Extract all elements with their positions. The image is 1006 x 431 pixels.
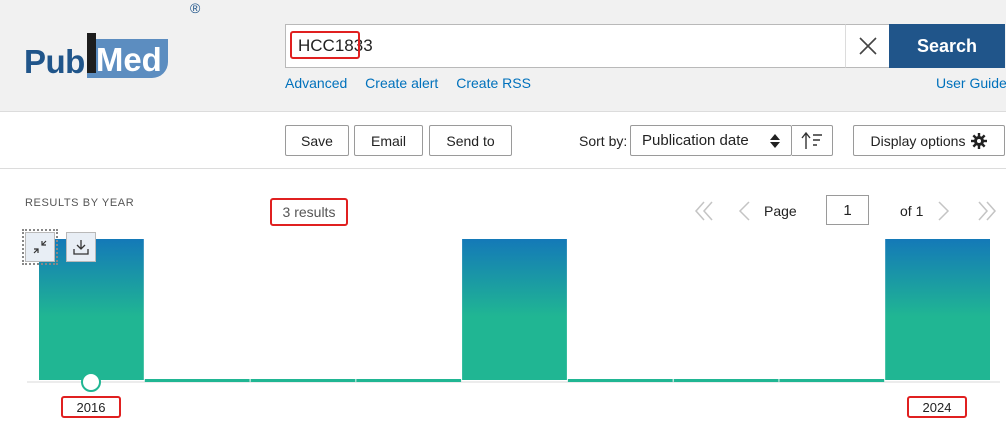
page-number-input[interactable] [826,195,869,225]
send-to-button[interactable]: Send to [429,125,512,156]
user-guide-link[interactable]: User Guide [936,75,1006,91]
chart-bar-2023[interactable] [779,379,885,382]
last-page-icon[interactable] [974,199,998,223]
chart-bar-2021[interactable] [567,379,673,382]
page-total: of 1 [900,203,924,219]
previous-page-icon[interactable] [735,199,753,223]
sort-select[interactable]: Publication date [630,125,792,156]
results-by-year-chart [27,239,1000,392]
select-caret-icon [770,134,780,148]
range-slider-handle[interactable] [81,372,101,392]
gear-icon [971,132,988,149]
search-bar: Search [285,24,1005,68]
search-button[interactable]: Search [889,24,1005,68]
save-button[interactable]: Save [285,125,349,156]
email-button[interactable]: Email [354,125,423,156]
search-input[interactable] [285,24,889,68]
close-icon [858,37,877,55]
display-options-label: Display options [870,132,966,149]
logo-med-text: Med [86,39,168,78]
chart-bar-2022[interactable] [673,379,779,382]
collapse-icon [33,240,47,254]
results-toolbar: Save Email Send to Sort by: Publication … [0,112,1006,169]
sort-by-label: Sort by: [579,133,628,149]
chart-bar-2017[interactable] [144,379,250,382]
clear-search-button[interactable] [845,24,889,68]
header: Pub Med ® Search Advanced Create alert C… [0,0,1006,112]
next-page-icon[interactable] [935,199,953,223]
registered-mark: ® [190,0,201,16]
results-by-year-label: RESULTS BY YEAR [25,197,135,209]
advanced-link[interactable]: Advanced [285,75,347,91]
logo-pub-text: Pub [24,43,85,80]
chart-bar-2024[interactable] [885,239,990,380]
first-page-icon[interactable] [693,199,717,223]
download-chart-button[interactable] [66,232,96,262]
sort-direction-button[interactable] [792,125,833,156]
sort-order-icon [801,131,822,149]
create-rss-link[interactable]: Create RSS [456,75,531,91]
pubmed-logo[interactable]: Pub Med [24,28,168,78]
logo-med-box: Med [86,33,168,78]
end-year-label: 2024 [907,396,967,418]
sort-value: Publication date [642,132,749,149]
search-links: Advanced Create alert Create RSS [285,75,545,91]
chart-bar-2020[interactable] [462,239,567,380]
collapse-chart-button[interactable] [22,229,58,265]
page-label: Page [764,203,797,219]
download-icon [73,240,89,255]
chart-bar-2018[interactable] [250,379,356,382]
display-options-button[interactable]: Display options [853,125,1005,156]
results-count: 3 results [270,198,348,226]
chart-bars [39,239,990,380]
create-alert-link[interactable]: Create alert [365,75,438,91]
chart-bar-2019[interactable] [356,379,462,382]
logo-bookmark-icon [86,33,96,73]
start-year-label: 2016 [61,396,121,418]
